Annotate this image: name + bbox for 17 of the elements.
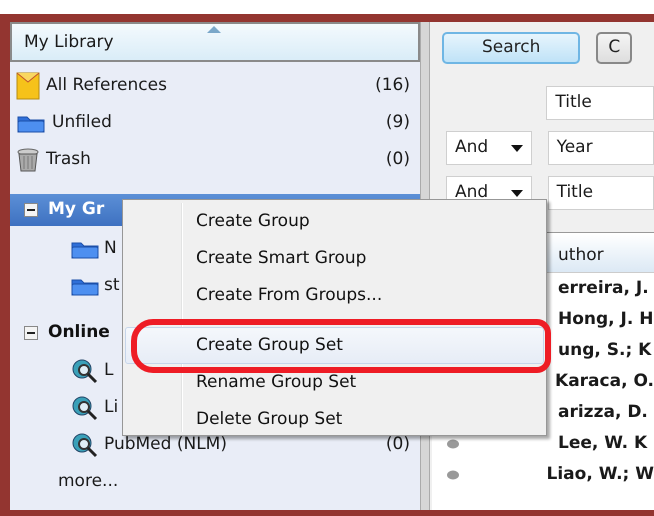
author-cell-text: erreira, J.: [558, 276, 649, 300]
group-label: Online: [48, 321, 110, 344]
author-cell-text: Liao, W.; W: [546, 462, 654, 486]
author-cell-text: Lee, W. K: [558, 432, 648, 455]
group-label: My Gr: [48, 198, 104, 222]
author-cell-text: arizza, D.: [558, 400, 648, 424]
author-cell-text: ung, S.; K: [558, 338, 652, 362]
library-title: My Library: [24, 32, 114, 52]
item-label: All References: [46, 74, 167, 97]
item-count: (0): [386, 432, 410, 456]
item-count: (16): [375, 74, 410, 97]
item-label: Trash: [46, 148, 91, 171]
author-cell-text: Karaca, O.: [555, 370, 654, 393]
item-label: Unfiled: [52, 110, 112, 134]
item-count: (0): [386, 148, 410, 171]
item-count: (9): [386, 110, 410, 134]
author-cell-text: Hong, J. H: [558, 308, 654, 331]
